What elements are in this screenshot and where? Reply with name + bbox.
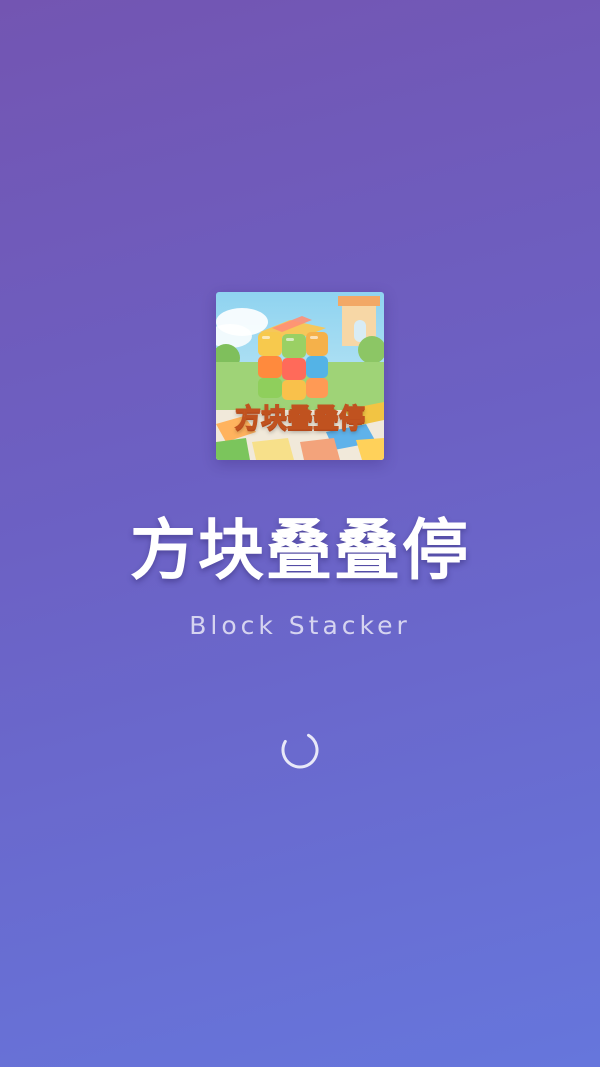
app-subtitle: Block Stacker [189, 611, 411, 640]
app-icon-caption: 方块叠叠停 [234, 403, 365, 434]
loading-spinner-icon [280, 730, 320, 770]
app-icon: 方块叠叠停 [216, 292, 384, 460]
splash-screen: 方块叠叠停 方块叠叠停 Block Stacker [0, 0, 600, 1067]
app-title: 方块叠叠停 [130, 512, 470, 589]
